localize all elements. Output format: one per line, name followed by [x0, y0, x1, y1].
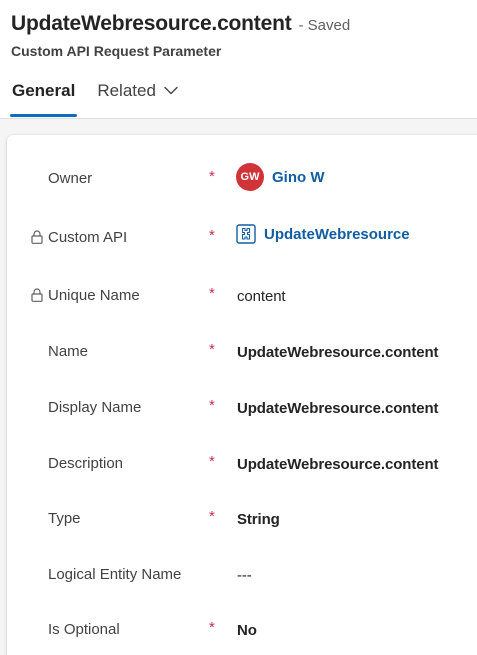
unique-name-label: Unique Name: [48, 287, 140, 304]
field-type: Type * String: [7, 505, 477, 545]
type-value[interactable]: String: [237, 511, 280, 528]
description-label: Description: [48, 455, 124, 472]
save-status: - Saved: [298, 17, 351, 34]
field-logical-entity-name: Logical Entity Name ---: [7, 561, 477, 601]
name-value[interactable]: UpdateWebresource.content: [237, 344, 439, 361]
display-name-value[interactable]: UpdateWebresource.content: [237, 400, 439, 417]
required-indicator: *: [209, 453, 215, 470]
logical-entity-name-label: Logical Entity Name: [48, 566, 182, 583]
general-section-card: Owner * GW Gino W Custom API * UpdateWeb…: [7, 135, 477, 655]
custom-api-link[interactable]: UpdateWebresource: [264, 226, 410, 243]
custom-api-label: Custom API: [48, 229, 128, 246]
record-header: UpdateWebresource.content - Saved Custom…: [0, 0, 477, 120]
is-optional-label: Is Optional: [48, 621, 120, 638]
avatar: GW: [236, 163, 264, 191]
field-custom-api: Custom API * UpdateWebresource: [7, 224, 477, 264]
owner-link[interactable]: Gino W: [272, 169, 325, 186]
form-tabs: General Related: [0, 76, 178, 120]
required-indicator: *: [209, 285, 215, 302]
required-indicator: *: [209, 168, 215, 185]
entity-type-label: Custom API Request Parameter: [11, 43, 222, 59]
required-indicator: *: [209, 341, 215, 358]
field-description: Description * UpdateWebresource.content: [7, 450, 477, 490]
lock-icon: [31, 230, 43, 244]
tab-general-label: General: [12, 81, 76, 100]
description-value[interactable]: UpdateWebresource.content: [237, 456, 439, 473]
tab-related-label: Related: [97, 81, 156, 100]
type-label: Type: [48, 510, 81, 527]
display-name-label: Display Name: [48, 399, 142, 416]
custom-api-icon: [236, 224, 256, 244]
field-is-optional: Is Optional * No: [7, 616, 477, 655]
owner-lookup[interactable]: GW Gino W: [236, 163, 325, 191]
required-indicator: *: [209, 227, 215, 244]
required-indicator: *: [209, 397, 215, 414]
field-unique-name: Unique Name * content: [7, 282, 477, 322]
custom-api-lookup[interactable]: UpdateWebresource: [236, 224, 410, 244]
chevron-down-icon: [164, 86, 178, 95]
field-name: Name * UpdateWebresource.content: [7, 338, 477, 378]
tab-related[interactable]: Related: [97, 76, 178, 118]
logical-entity-name-value[interactable]: ---: [237, 567, 252, 584]
is-optional-value[interactable]: No: [237, 622, 257, 639]
tab-selected-indicator: [10, 114, 78, 117]
unique-name-value[interactable]: content: [237, 288, 286, 305]
lock-icon: [31, 288, 43, 302]
field-display-name: Display Name * UpdateWebresource.content: [7, 394, 477, 434]
field-owner: Owner * GW Gino W: [7, 163, 477, 205]
owner-label: Owner: [48, 170, 93, 187]
title-row: UpdateWebresource.content - Saved: [11, 12, 350, 36]
form-canvas: Owner * GW Gino W Custom API * UpdateWeb…: [0, 119, 477, 655]
required-indicator: *: [209, 619, 215, 636]
name-label: Name: [48, 343, 89, 360]
required-indicator: *: [209, 508, 215, 525]
tab-general[interactable]: General: [10, 76, 78, 118]
record-title: UpdateWebresource.content: [11, 12, 292, 35]
